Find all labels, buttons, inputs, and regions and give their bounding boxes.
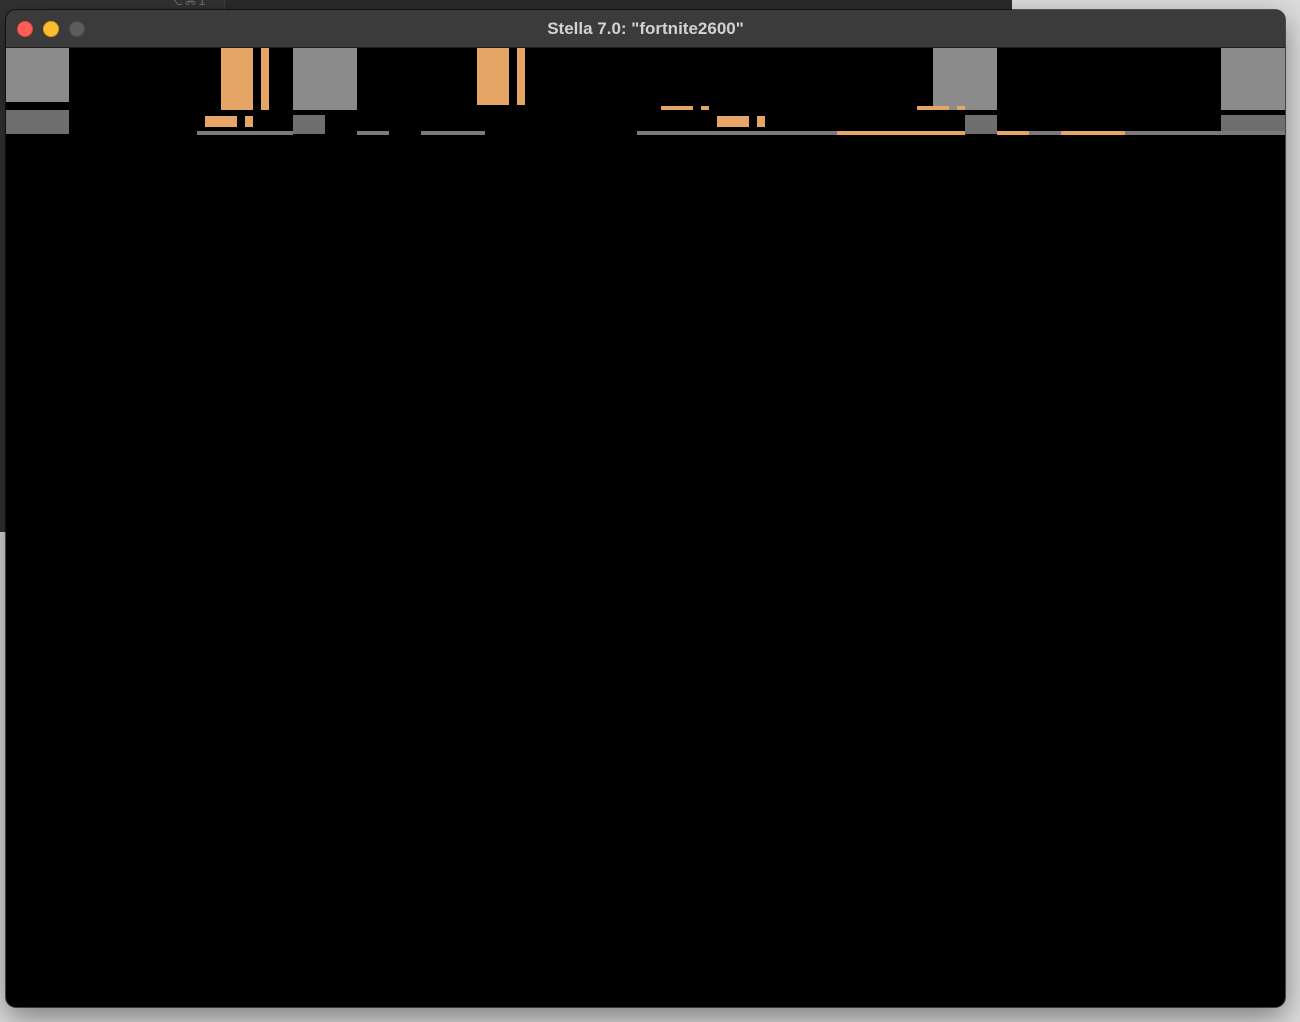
playfield-block [965, 115, 997, 134]
ground-line [637, 131, 837, 135]
ground-line [1029, 131, 1061, 135]
ground-line [1125, 131, 1285, 135]
playfield-block [6, 110, 69, 134]
sprite-block [661, 106, 693, 110]
playfield-block [293, 48, 357, 110]
title-bar[interactable]: Stella 7.0: "fortnite2600" [6, 10, 1285, 48]
playfield-block [293, 115, 325, 134]
sprite-block [477, 48, 509, 105]
close-icon[interactable] [17, 21, 33, 37]
sprite-block [221, 48, 253, 110]
sprite-block [957, 106, 965, 110]
playfield-block [933, 48, 997, 110]
stella-window: Stella 7.0: "fortnite2600" [6, 10, 1285, 1007]
ground-line-orange [837, 131, 965, 135]
sprite-block [205, 116, 237, 127]
background-shortcut-hint: ⌥⌘1 [168, 0, 208, 9]
minimize-icon[interactable] [43, 21, 59, 37]
ground-line-orange [997, 131, 1029, 135]
sprite-block [261, 48, 269, 110]
sprite-block [717, 116, 749, 127]
playfield-block [6, 48, 69, 102]
ground-line [197, 131, 293, 135]
ground-line [357, 131, 389, 135]
playfield-block [1221, 48, 1285, 110]
sprite-block [917, 106, 949, 110]
emulator-screen[interactable] [6, 48, 1285, 1007]
ground-line-orange [1061, 131, 1125, 135]
sprite-block [517, 48, 525, 105]
ground-line [421, 131, 485, 135]
sprite-block [757, 116, 765, 127]
sprite-block [245, 116, 253, 127]
sprite-block [701, 106, 709, 110]
zoom-icon[interactable] [69, 21, 85, 37]
window-title: Stella 7.0: "fortnite2600" [547, 19, 744, 38]
